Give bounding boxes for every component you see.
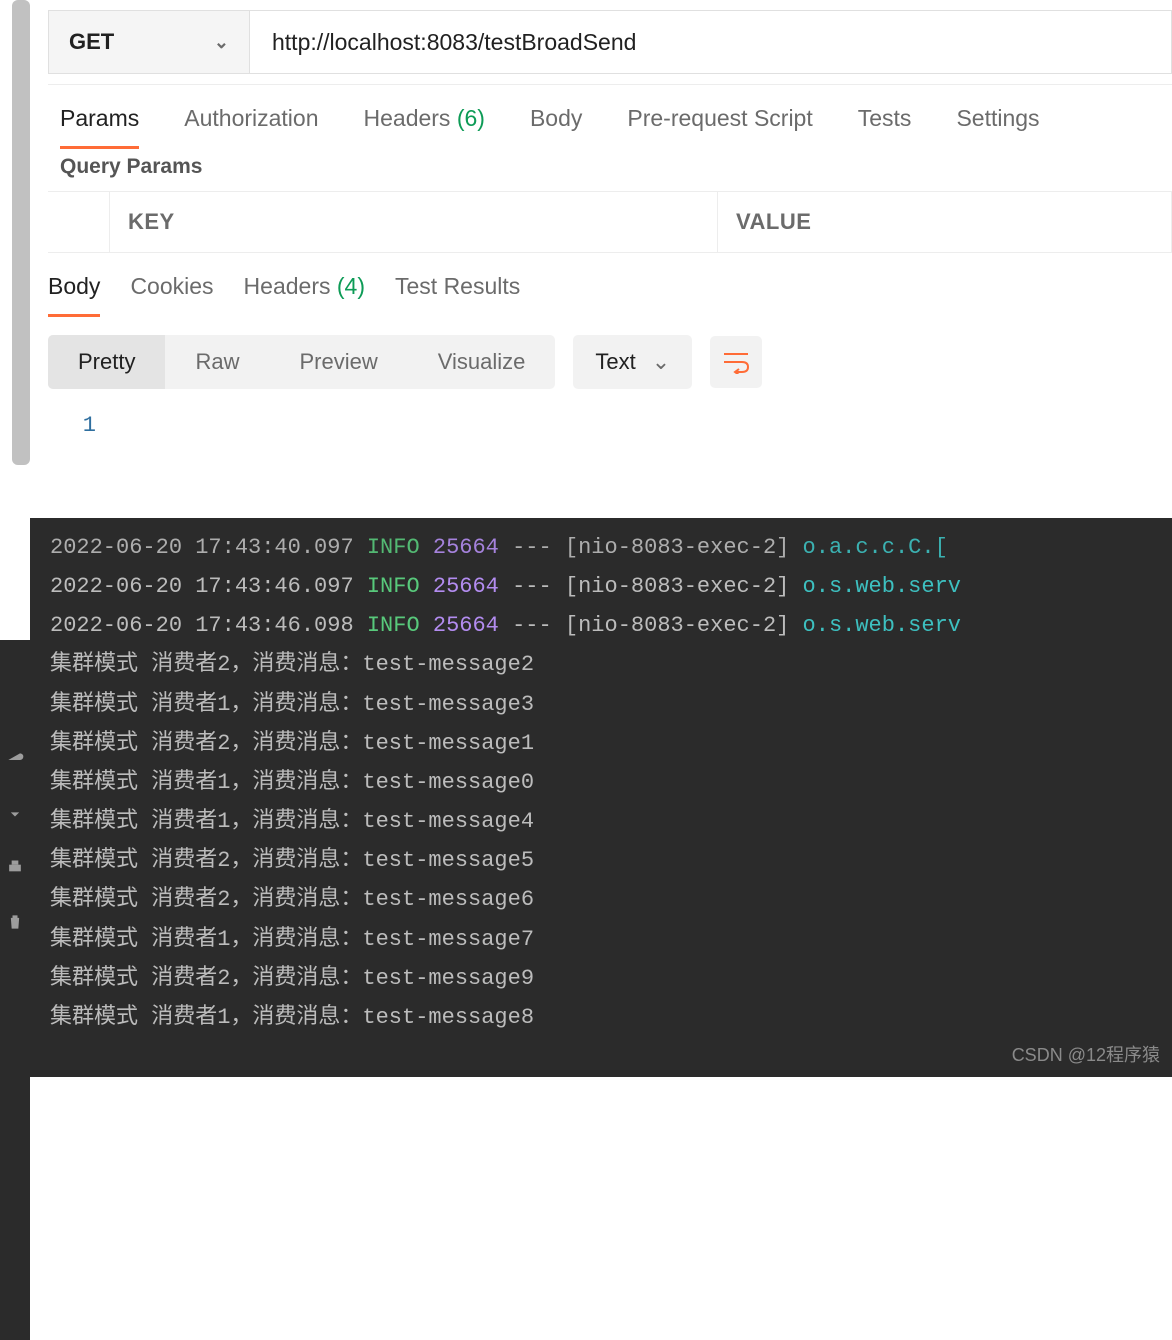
- row-selector-cell[interactable]: [48, 192, 110, 252]
- view-pretty[interactable]: Pretty: [48, 335, 165, 389]
- left-gutter: [0, 0, 30, 640]
- res-tab-headers[interactable]: Headers (4): [244, 273, 365, 317]
- console-line: 集群模式 消费者2，消费消息：test-message6: [50, 880, 1172, 919]
- console-line: 集群模式 消费者1，消费消息：test-message4: [50, 802, 1172, 841]
- tab-authorization[interactable]: Authorization: [184, 105, 318, 149]
- console-line: 2022-06-20 17:43:46.098 INFO 25664 --- […: [50, 606, 1172, 645]
- tab-headers[interactable]: Headers (6): [364, 105, 485, 149]
- print-icon[interactable]: [5, 858, 25, 878]
- tab-body[interactable]: Body: [530, 105, 582, 149]
- view-raw[interactable]: Raw: [165, 335, 269, 389]
- response-type-label: Text: [595, 349, 635, 375]
- tab-settings[interactable]: Settings: [956, 105, 1039, 149]
- query-params-table: KEY VALUE: [48, 191, 1172, 253]
- scrollbar[interactable]: [12, 0, 30, 465]
- request-tabs: Params Authorization Headers (6) Body Pr…: [48, 85, 1172, 149]
- res-tab-test-results[interactable]: Test Results: [395, 273, 520, 317]
- response-view-row: Pretty Raw Preview Visualize Text ⌄: [48, 317, 1172, 401]
- trash-icon[interactable]: [5, 912, 25, 932]
- tab-tests[interactable]: Tests: [858, 105, 912, 149]
- request-row: GET ⌄ http://localhost:8083/testBroadSen…: [48, 0, 1172, 85]
- tab-pre-request[interactable]: Pre-request Script: [627, 105, 812, 149]
- wrap-icon: [722, 350, 750, 374]
- query-params-title: Query Params: [48, 149, 1172, 191]
- ide-gutter: [0, 640, 30, 1340]
- line-number: 1: [64, 413, 118, 438]
- download-icon[interactable]: [5, 804, 25, 824]
- response-tabs: Body Cookies Headers (4) Test Results: [48, 253, 1172, 317]
- console-line: 集群模式 消费者2，消费消息：test-message1: [50, 724, 1172, 763]
- console-line: 集群模式 消费者1，消费消息：test-message3: [50, 685, 1172, 724]
- console-output[interactable]: 2022-06-20 17:43:40.097 INFO 25664 --- […: [30, 518, 1172, 1077]
- console-line: 集群模式 消费者2，消费消息：test-message9: [50, 959, 1172, 998]
- value-header[interactable]: VALUE: [718, 192, 1172, 252]
- console-line: 2022-06-20 17:43:40.097 INFO 25664 --- […: [50, 528, 1172, 567]
- watermark: CSDN @12程序猿: [1012, 1039, 1160, 1071]
- url-text: http://localhost:8083/testBroadSend: [272, 29, 636, 56]
- console-line: 集群模式 消费者2，消费消息：test-message2: [50, 645, 1172, 684]
- wrap-lines-button[interactable]: [710, 336, 762, 388]
- res-tab-cookies[interactable]: Cookies: [130, 273, 213, 317]
- view-mode-group: Pretty Raw Preview Visualize: [48, 335, 555, 389]
- url-input[interactable]: http://localhost:8083/testBroadSend: [250, 10, 1172, 74]
- console-line: 2022-06-20 17:43:46.097 INFO 25664 --- […: [50, 567, 1172, 606]
- console-line: 集群模式 消费者1，消费消息：test-message0: [50, 763, 1172, 802]
- chevron-down-icon: ⌄: [214, 32, 229, 53]
- response-type-select[interactable]: Text ⌄: [573, 335, 692, 389]
- key-header[interactable]: KEY: [110, 192, 718, 252]
- res-tab-body[interactable]: Body: [48, 273, 100, 317]
- console-line: 集群模式 消费者2，消费消息：test-message5: [50, 841, 1172, 880]
- method-select[interactable]: GET ⌄: [48, 10, 250, 74]
- view-preview[interactable]: Preview: [269, 335, 407, 389]
- view-visualize[interactable]: Visualize: [408, 335, 556, 389]
- return-icon[interactable]: [5, 750, 25, 770]
- postman-panel: GET ⌄ http://localhost:8083/testBroadSen…: [48, 0, 1172, 518]
- method-label: GET: [69, 29, 114, 55]
- console-line: 集群模式 消费者1，消费消息：test-message8: [50, 998, 1172, 1037]
- response-body[interactable]: 1: [48, 401, 1172, 518]
- console-line: 集群模式 消费者1，消费消息：test-message7: [50, 920, 1172, 959]
- chevron-down-icon: ⌄: [652, 349, 670, 375]
- tab-params[interactable]: Params: [60, 105, 139, 149]
